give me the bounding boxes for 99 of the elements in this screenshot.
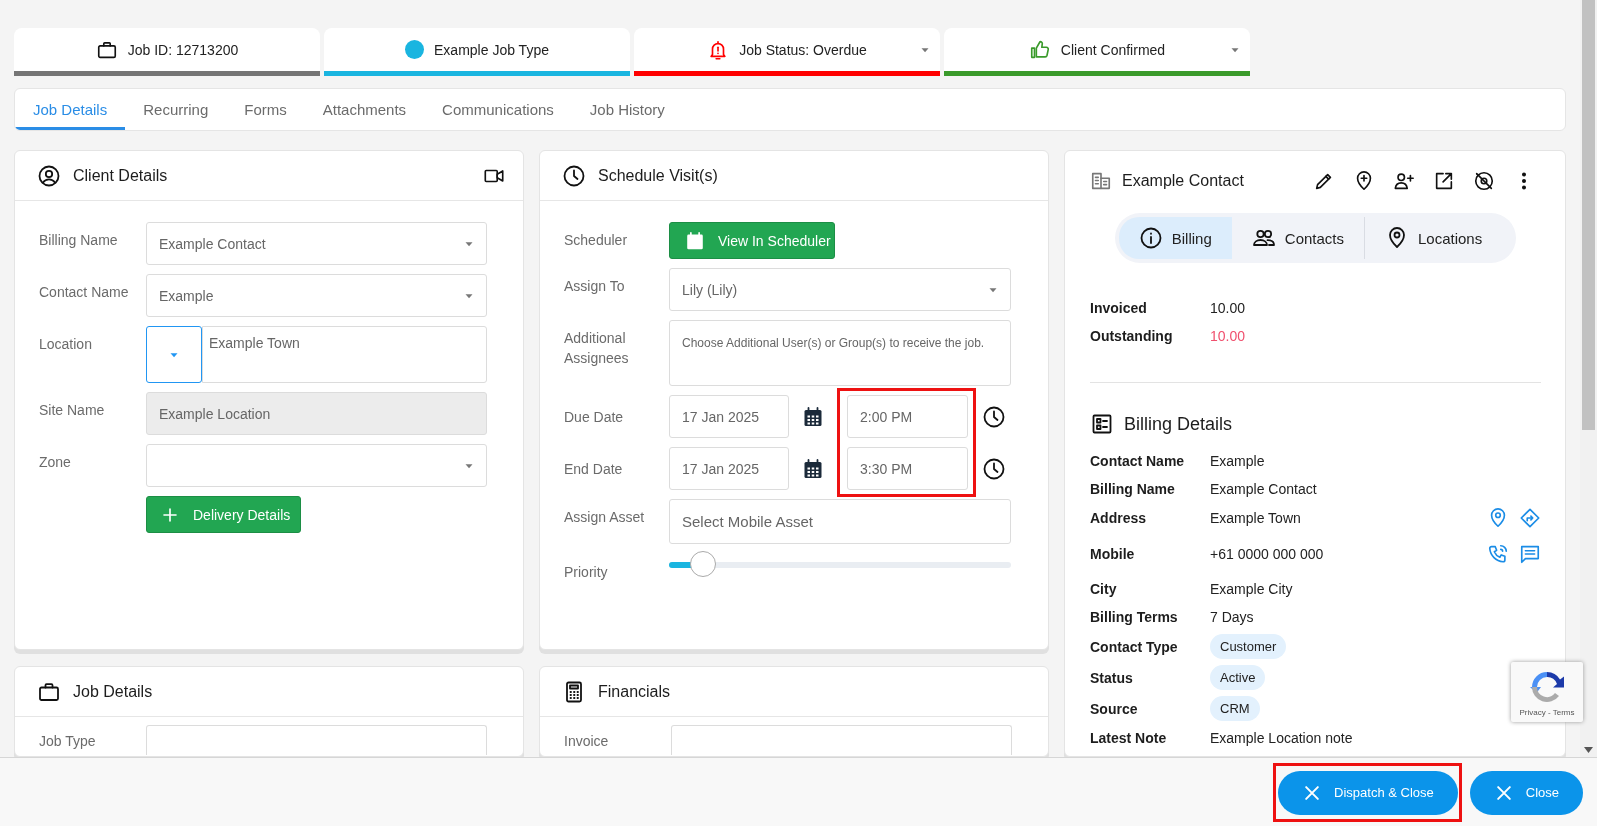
dropdown-field[interactable]: Example Contact	[146, 222, 487, 265]
status-text: Example Job Type	[434, 41, 549, 58]
scroll-down-icon[interactable]	[1584, 747, 1593, 753]
total-value: 10.00	[1210, 300, 1247, 316]
contact-name: Example Contact	[1122, 172, 1245, 190]
tab[interactable]: Attachments	[304, 89, 425, 130]
delivery-details-button[interactable]: Delivery Details	[146, 496, 301, 533]
field-label: Job Type	[39, 732, 97, 751]
message-icon[interactable]	[1519, 543, 1541, 565]
details-list-icon	[1090, 412, 1114, 436]
calendar-icon	[684, 229, 706, 252]
detail-label: Latest Note	[1090, 730, 1168, 746]
field-label: Scheduler	[564, 231, 629, 250]
card-title: Financials	[598, 682, 672, 701]
info-icon	[1138, 226, 1163, 250]
detail-value: Example Location note	[1210, 730, 1354, 746]
close-button[interactable]: Close	[1469, 770, 1583, 815]
detail-label: Billing Name	[1090, 481, 1176, 497]
external-link-icon[interactable]	[1433, 170, 1455, 192]
detail-label: Contact Type	[1090, 638, 1179, 655]
status-card[interactable]: Client Confirmed	[944, 28, 1250, 76]
detail-label: Mobile	[1090, 546, 1136, 562]
tab[interactable]: Job Details	[15, 89, 126, 130]
phone-icon[interactable]	[1487, 543, 1509, 565]
date-field[interactable]: 17 Jan 2025	[669, 447, 789, 490]
tag: CRM	[1210, 696, 1260, 721]
time-field[interactable]: 3:30 PM	[847, 447, 968, 490]
view-in-scheduler-button[interactable]: View In Scheduler	[669, 222, 835, 259]
detail-label: Contact Name	[1090, 453, 1186, 469]
field-label: Additional Assignees	[564, 329, 630, 368]
detail-label: Source	[1090, 700, 1139, 717]
field-label: Invoice	[564, 732, 610, 751]
field-label: Contact Name	[39, 283, 130, 302]
detail-label: Address	[1090, 510, 1148, 526]
asset-field[interactable]: Select Mobile Asset	[669, 499, 1011, 544]
clock-icon[interactable]	[982, 404, 1006, 429]
calendar-icon[interactable]	[801, 404, 825, 429]
date-field[interactable]: 17 Jan 2025	[669, 395, 789, 438]
segment-tab[interactable]: Billing	[1118, 217, 1232, 259]
tab[interactable]: Communications	[424, 89, 572, 130]
total-value: 10.00	[1210, 328, 1247, 344]
detail-label: Status	[1090, 669, 1134, 686]
dropdown-field[interactable]: Example	[146, 274, 487, 317]
tab[interactable]: Forms	[226, 89, 305, 130]
dropdown-field[interactable]	[671, 725, 1012, 755]
thumbs-up-icon	[1028, 38, 1051, 61]
hide-icon[interactable]	[1473, 170, 1495, 192]
field-label: Assign Asset	[564, 508, 646, 527]
card-title: Job Details	[73, 682, 154, 701]
detail-value: +61 0000 000 000	[1210, 546, 1325, 562]
detail-label: City	[1090, 581, 1118, 597]
segment-tab[interactable]: Locations	[1364, 217, 1503, 259]
privacy-terms-text[interactable]: Privacy - Terms	[1519, 707, 1575, 717]
section-title: Billing Details	[1124, 413, 1233, 435]
detail-label: Billing Terms	[1090, 609, 1179, 625]
status-text: Job ID: 12713200	[127, 41, 239, 58]
status-text: Client Confirmed	[1060, 41, 1166, 58]
tag: Customer	[1210, 634, 1287, 659]
field-label: Site Name	[39, 401, 106, 420]
tag: Active	[1210, 665, 1266, 690]
detail-value: Example	[1210, 453, 1266, 469]
dropdown-button[interactable]	[146, 326, 202, 383]
total-label: Outstanding	[1090, 328, 1174, 344]
dispatch-close-button[interactable]: Dispatch & Close	[1278, 770, 1458, 815]
segment-tab[interactable]: Contacts	[1231, 217, 1364, 259]
field-label: Due Date	[564, 407, 624, 425]
field-label: Zone	[39, 453, 72, 472]
dropdown-field[interactable]	[146, 725, 487, 755]
clock-icon	[562, 163, 586, 188]
clock-icon[interactable]	[982, 456, 1006, 481]
total-label: Invoiced	[1090, 300, 1148, 316]
tab[interactable]: Job History	[571, 89, 683, 130]
time-field[interactable]: 2:00 PM	[847, 395, 968, 438]
field-label: End Date	[564, 459, 623, 477]
detail-value: Example City	[1210, 581, 1294, 597]
dropdown-field[interactable]: Lily (Lily)	[669, 268, 1011, 311]
field-label: Priority	[564, 563, 609, 582]
plus-icon	[161, 505, 179, 524]
field-label: Billing Name	[39, 231, 119, 250]
assignees-field[interactable]: Choose Additional User(s) or Group(s) to receive the job.	[669, 320, 1011, 386]
field-label: Location	[39, 335, 93, 354]
status-text: Job Status: Overdue	[739, 41, 867, 58]
detail-value: Example Town	[1210, 510, 1302, 526]
text-area[interactable]: Example Town	[202, 326, 487, 383]
slider-thumb[interactable]	[690, 551, 717, 577]
detail-value: Example Contact	[1210, 481, 1318, 497]
dropdown-field[interactable]	[146, 444, 487, 487]
field-label: Assign To	[564, 277, 626, 296]
calendar-icon[interactable]	[801, 456, 825, 481]
scrollbar-thumb[interactable]	[1582, 0, 1595, 430]
card-title: Schedule Visit(s)	[598, 166, 719, 185]
tab[interactable]: Recurring	[125, 89, 227, 130]
card-title: Client Details	[73, 166, 169, 185]
detail-value: 7 Days	[1210, 609, 1255, 625]
user-circle-icon	[37, 163, 61, 188]
building-icon	[1090, 170, 1112, 192]
add-user-icon[interactable]	[1393, 170, 1415, 192]
status-card[interactable]: Job Status: Overdue	[634, 28, 940, 76]
directions-icon[interactable]	[1519, 507, 1541, 529]
